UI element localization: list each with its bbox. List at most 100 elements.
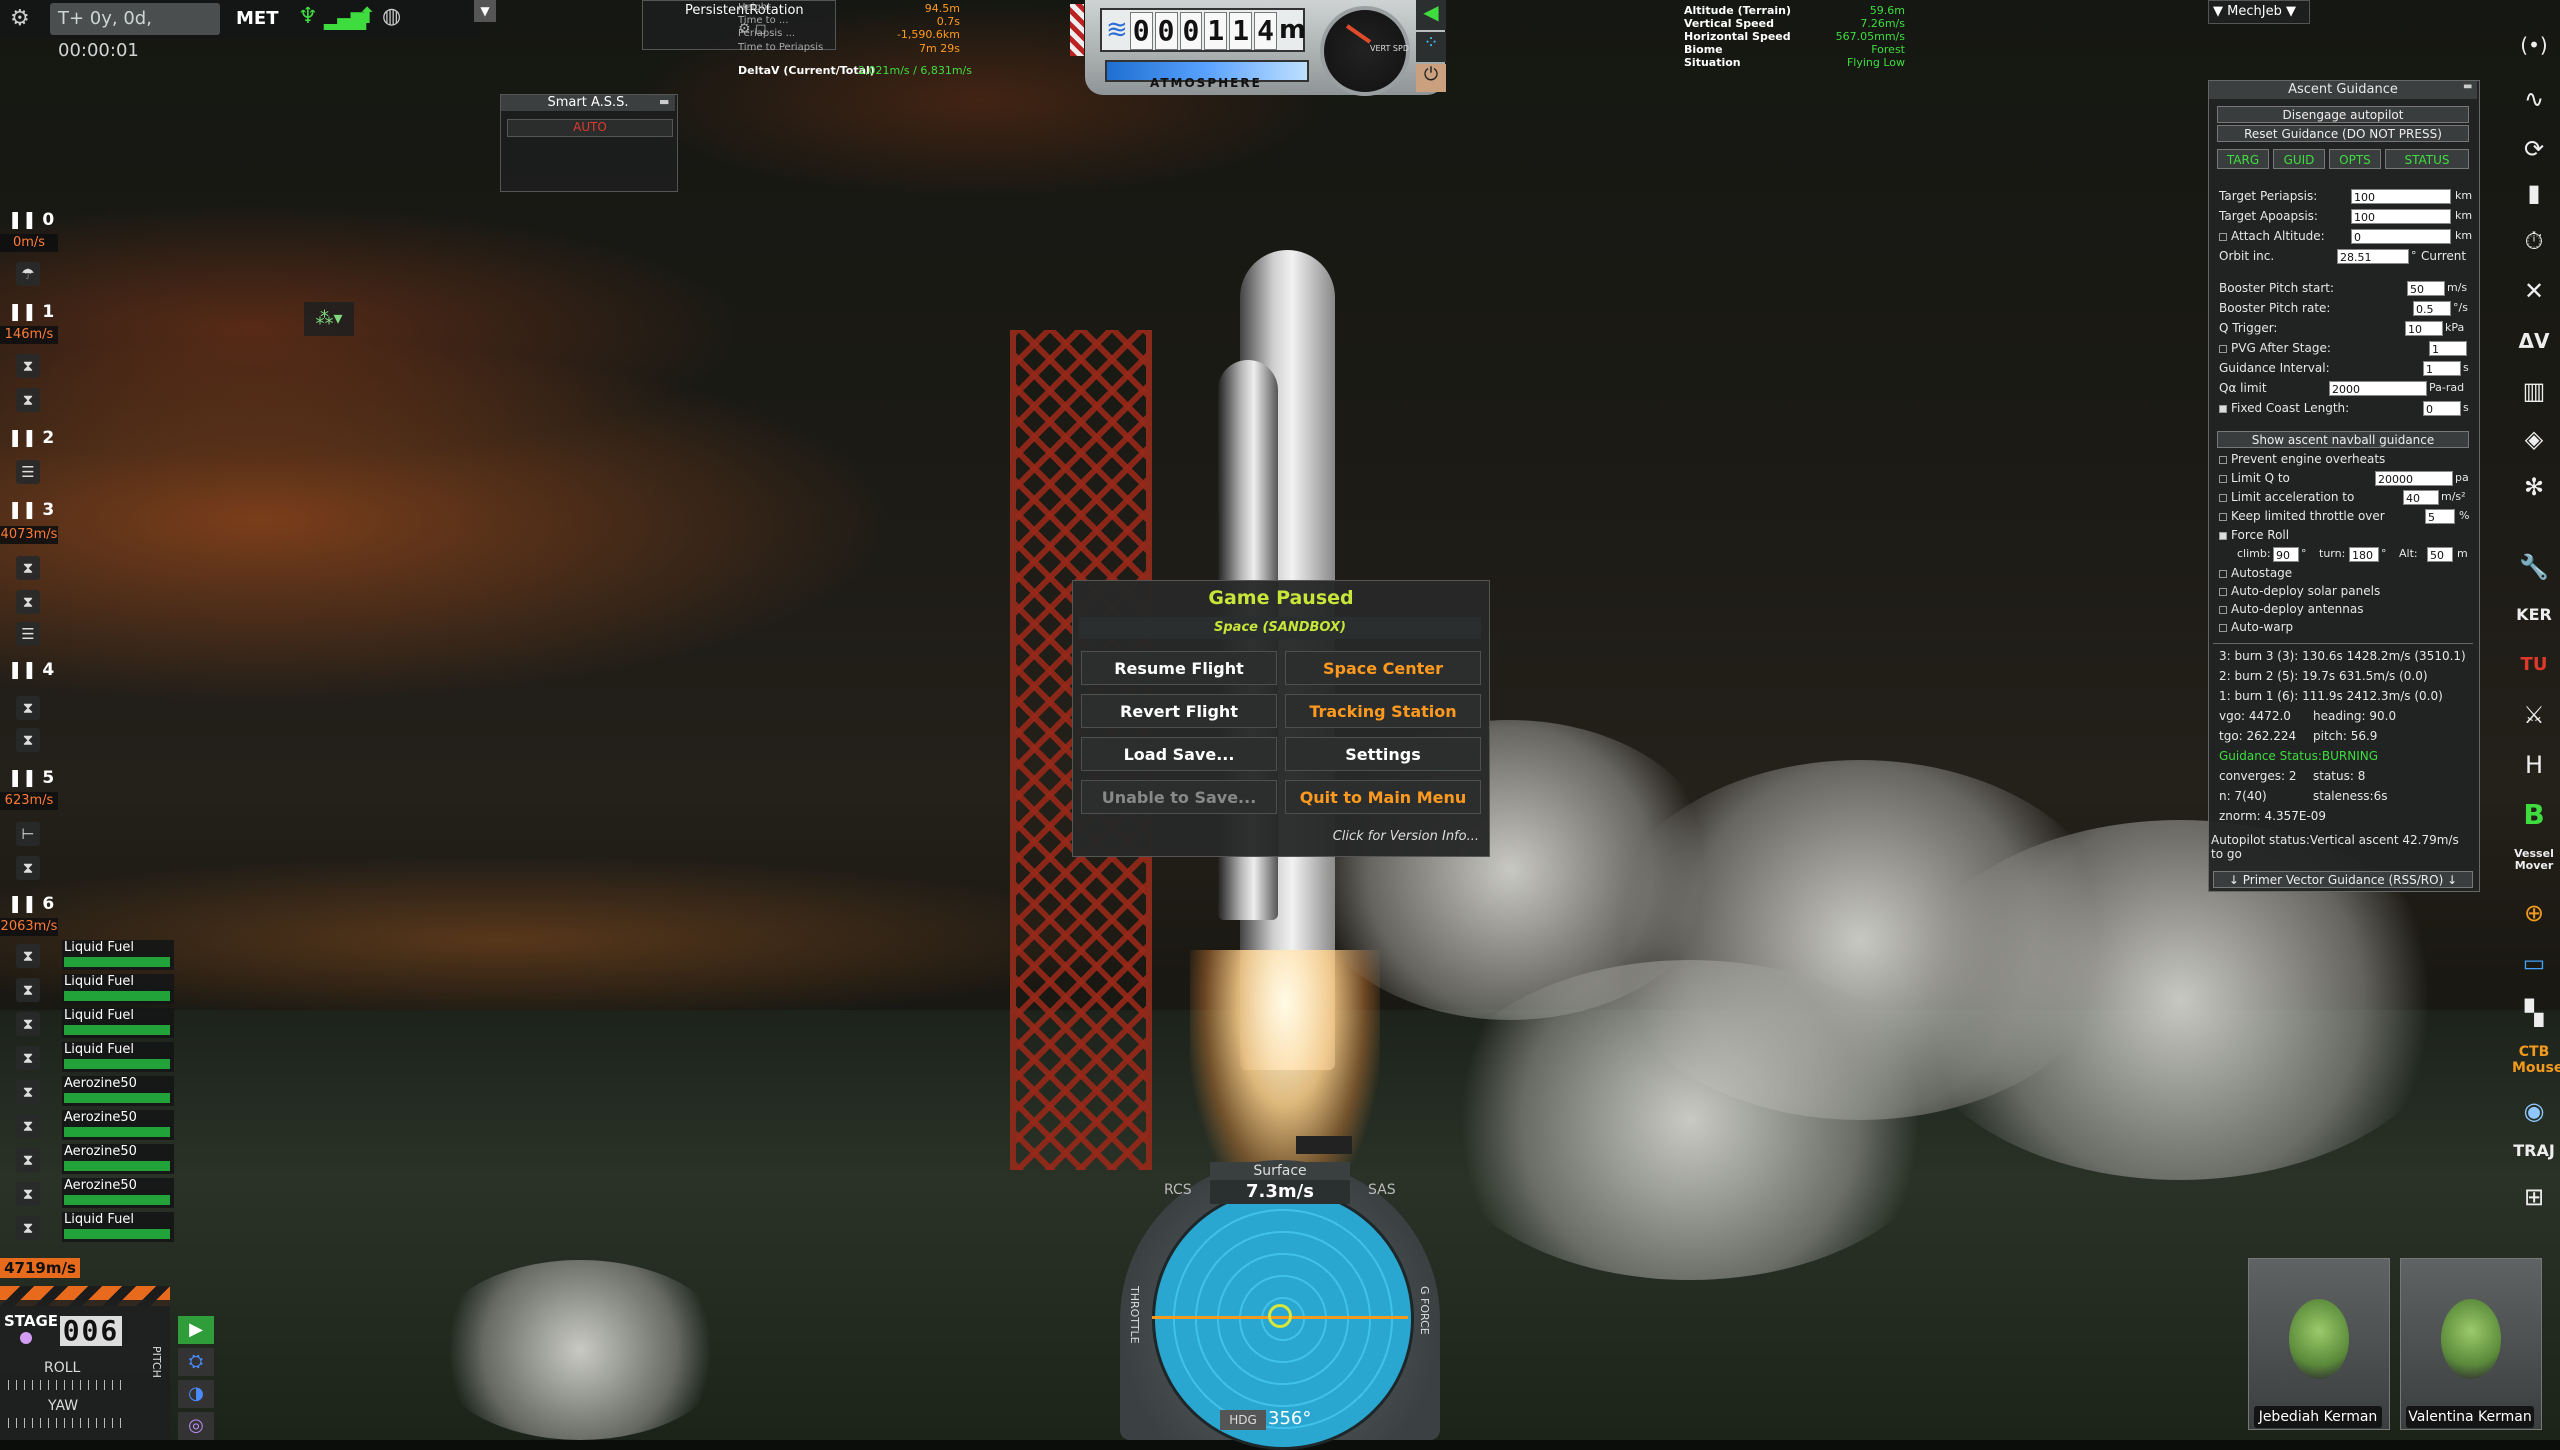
tab-targ[interactable]: TARG <box>2217 149 2269 169</box>
fuel-gauge-icon[interactable]: ▥ <box>2512 370 2556 412</box>
ctb-mouse-icon[interactable]: CTB Mouse <box>2512 1040 2560 1082</box>
auto-mode-button[interactable]: AUTO <box>507 119 673 137</box>
disengage-autopilot-button[interactable]: Disengage autopilot <box>2217 106 2469 123</box>
limit-q-input[interactable]: 20000 <box>2375 471 2453 486</box>
monitor-icon[interactable]: ▭ <box>2512 942 2556 984</box>
globe-icon[interactable]: ◍ <box>382 4 401 29</box>
keep-throttle-toggle[interactable]: Keep limited throttle over <box>2219 509 2385 523</box>
primer-vector-button[interactable]: ↓ Primer Vector Guidance (RSS/RO) ↓ <box>2213 871 2473 888</box>
engine-icon[interactable]: ⧗ <box>16 1046 40 1070</box>
attach-altitude-input[interactable]: 0 <box>2351 229 2451 244</box>
guidance-interval-input[interactable]: 1 <box>2423 361 2461 376</box>
booster-pitch-start-input[interactable]: 50 <box>2407 281 2445 296</box>
broadcast-icon[interactable]: ◀ <box>1416 0 1446 30</box>
refresh-icon[interactable]: ⟳ <box>2512 128 2556 170</box>
network-icon[interactable]: ✻ <box>2512 466 2556 508</box>
checkbox[interactable] <box>2219 232 2227 241</box>
pvg-after-stage-toggle[interactable]: PVG After Stage: <box>2219 341 2331 355</box>
show-navball-guidance-button[interactable]: Show ascent navball guidance <box>2217 431 2469 448</box>
stage-number[interactable]: ❚❚ 1 <box>8 302 54 322</box>
fixed-coast-input[interactable]: 0 <box>2423 401 2461 416</box>
battery-icon[interactable]: ▮ <box>2512 172 2556 214</box>
target-apoapsis-input[interactable]: 100 <box>2351 209 2451 224</box>
stage-number[interactable]: ❚❚ 6 <box>8 894 54 914</box>
limit-accel-toggle[interactable]: Limit acceleration to <box>2219 490 2354 504</box>
alt-input[interactable]: 50 <box>2427 547 2453 562</box>
waveform-icon[interactable]: ∿ <box>2512 78 2556 120</box>
engine-icon[interactable]: ⧗ <box>16 590 40 614</box>
engine-icon[interactable]: ⧗ <box>16 728 40 752</box>
force-roll-toggle[interactable]: Force Roll <box>2219 528 2289 542</box>
minimize-icon[interactable]: ▬ <box>2463 81 2472 92</box>
engine-icon[interactable]: ⧗ <box>16 696 40 720</box>
orbit-inc-input[interactable]: 28.51 <box>2337 249 2409 264</box>
trajectories-icon[interactable]: TRAJ <box>2512 1130 2556 1172</box>
target-icon[interactable]: ⊕ <box>2512 892 2556 934</box>
crossed-tools-icon[interactable]: ⚔ <box>2512 694 2556 736</box>
decoupler-icon[interactable]: ☰ <box>16 460 40 484</box>
tag-icon[interactable]: ◈ <box>2512 418 2556 460</box>
engine-icon[interactable]: ⧗ <box>16 978 40 1002</box>
camera-icon[interactable]: ▶ <box>178 1316 214 1344</box>
booster-pitch-rate-input[interactable]: 0.5 <box>2413 301 2451 316</box>
engine-icon[interactable]: ⧗ <box>16 354 40 378</box>
fuel-dial-icon[interactable]: ◉ <box>2512 1090 2556 1132</box>
close-icon[interactable]: ▬ <box>659 95 669 108</box>
checkbox[interactable] <box>2219 493 2227 502</box>
checkbox[interactable] <box>2219 623 2227 632</box>
decoupler-icon[interactable]: ⊢ <box>16 822 40 846</box>
gear-icon[interactable]: ⚙ <box>10 6 30 31</box>
checkbox[interactable] <box>2219 474 2227 483</box>
limit-accel-input[interactable]: 40 <box>2403 490 2439 505</box>
rcs-toggle[interactable]: RCS <box>1164 1182 1192 1198</box>
clock-icon[interactable]: ⏱ <box>2512 220 2556 262</box>
map-icon[interactable]: ◑ <box>178 1380 214 1408</box>
engine-icon[interactable]: ⧗ <box>16 1148 40 1172</box>
b-icon[interactable]: B <box>2512 794 2556 836</box>
tracking-station-button[interactable]: Tracking Station <box>1285 694 1481 728</box>
mechjeb-menu-button[interactable]: ▼ MechJeb ▼ <box>2208 0 2310 24</box>
checkbox[interactable] <box>2219 605 2227 614</box>
checkbox[interactable] <box>2219 569 2227 578</box>
apps-icon[interactable]: ⁂▾ <box>304 302 354 336</box>
power-icon[interactable]: ⏻ <box>1416 64 1446 92</box>
engine-icon[interactable]: ⧗ <box>16 1080 40 1104</box>
tab-status[interactable]: STATUS <box>2385 149 2469 169</box>
stage-number[interactable]: ❚❚ 0 <box>8 210 54 230</box>
decoupler-icon[interactable]: ☰ <box>16 622 40 646</box>
unable-to-save-button[interactable]: Unable to Save... <box>1081 780 1277 814</box>
stage-number[interactable]: ❚❚ 4 <box>8 660 54 680</box>
kerbal-portrait[interactable] <box>2400 1258 2542 1430</box>
rover-icon[interactable]: ⊞ <box>2512 1176 2556 1218</box>
autostage-toggle[interactable]: Autostage <box>2219 566 2292 580</box>
reset-guidance-button[interactable]: Reset Guidance (DO NOT PRESS) <box>2217 125 2469 142</box>
auto-antennas-toggle[interactable]: Auto-deploy antennas <box>2219 602 2364 616</box>
engine-icon[interactable]: ⧗ <box>16 944 40 968</box>
climb-input[interactable]: 90 <box>2273 547 2299 562</box>
engine-icon[interactable]: ⧗ <box>16 388 40 412</box>
turn-input[interactable]: 180 <box>2349 547 2379 562</box>
checkbox[interactable] <box>2219 404 2227 413</box>
current-button[interactable]: Current <box>2421 249 2466 263</box>
vessel-mover-icon[interactable]: Vessel Mover <box>2512 842 2556 884</box>
maneuver-icon[interactable]: ⛭ <box>178 1348 214 1376</box>
auto-solar-toggle[interactable]: Auto-deploy solar panels <box>2219 584 2380 598</box>
eye-icon[interactable]: ◎ <box>178 1412 214 1440</box>
kerbal-portrait[interactable] <box>2248 1258 2390 1430</box>
engine-icon[interactable]: ⧗ <box>16 556 40 580</box>
version-info-link[interactable]: Click for Version Info... <box>1073 829 1479 844</box>
engine-icon[interactable]: ⧗ <box>16 1012 40 1036</box>
checkbox[interactable] <box>2219 455 2227 464</box>
stage-number[interactable]: ❚❚ 5 <box>8 768 54 788</box>
target-periapsis-input[interactable]: 100 <box>2351 189 2451 204</box>
tab-guid[interactable]: GUID <box>2273 149 2325 169</box>
h-icon[interactable]: H <box>2512 744 2556 786</box>
checkbox[interactable] <box>2219 512 2227 521</box>
pvg-after-stage-input[interactable]: 1 <box>2429 341 2467 356</box>
attach-altitude-toggle[interactable]: Attach Altitude: <box>2219 229 2325 243</box>
engine-icon[interactable]: ⧗ <box>16 1182 40 1206</box>
parachute-icon[interactable]: ☂ <box>16 262 40 286</box>
sas-toggle[interactable]: SAS <box>1368 1182 1396 1198</box>
ker-icon[interactable]: KER <box>2512 594 2556 636</box>
chevron-down-icon[interactable]: ▼ <box>474 0 496 22</box>
